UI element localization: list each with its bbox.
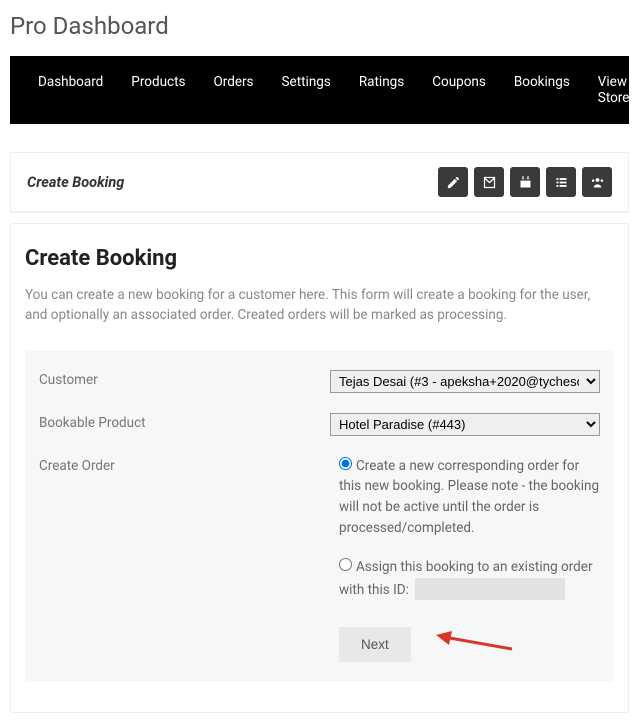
nav-dashboard[interactable]: Dashboard	[24, 56, 117, 124]
nav-coupons[interactable]: Coupons	[418, 56, 500, 124]
users-icon[interactable]	[582, 167, 612, 197]
nav-products[interactable]: Products	[117, 56, 199, 124]
page-title: Pro Dashboard	[0, 0, 639, 56]
main-card: Create Booking You can create a new book…	[10, 223, 629, 713]
top-nav: Dashboard Products Orders Settings Ratin…	[10, 56, 629, 124]
nav-view-store[interactable]: View Store	[584, 56, 639, 124]
header-card: Create Booking	[10, 152, 629, 213]
nav-settings[interactable]: Settings	[268, 56, 345, 124]
product-label: Bookable Product	[39, 413, 330, 436]
radio-new-order[interactable]	[339, 457, 352, 470]
nav-orders[interactable]: Orders	[199, 56, 267, 124]
mail-icon[interactable]	[474, 167, 504, 197]
header-action-icons	[438, 167, 612, 197]
form-area: Customer Tejas Desai (#3 - apeksha+2020@…	[25, 350, 614, 682]
calendar-icon[interactable]	[510, 167, 540, 197]
edit-icon[interactable]	[438, 167, 468, 197]
customer-label: Customer	[39, 370, 330, 393]
next-button[interactable]: Next	[339, 627, 411, 662]
arrow-annotation-icon	[434, 627, 514, 657]
main-description: You can create a new booking for a custo…	[25, 285, 614, 326]
create-order-label: Create Order	[39, 456, 339, 662]
customer-select[interactable]: Tejas Desai (#3 - apeksha+2020@tychesoft…	[330, 370, 600, 393]
list-icon[interactable]	[546, 167, 576, 197]
product-select[interactable]: Hotel Paradise (#443)	[330, 413, 600, 436]
card-header-title: Create Booking	[27, 174, 124, 191]
radio-existing-order[interactable]	[339, 558, 352, 571]
existing-order-id-input[interactable]	[415, 578, 565, 600]
nav-ratings[interactable]: Ratings	[345, 56, 418, 124]
radio-existing-order-label[interactable]: Assign this booking to an existing order…	[339, 559, 593, 597]
radio-new-order-text: Create a new corresponding order for thi…	[339, 458, 599, 537]
main-heading: Create Booking	[25, 246, 614, 271]
nav-bookings[interactable]: Bookings	[500, 56, 584, 124]
radio-new-order-label[interactable]: Create a new corresponding order for thi…	[339, 458, 599, 537]
